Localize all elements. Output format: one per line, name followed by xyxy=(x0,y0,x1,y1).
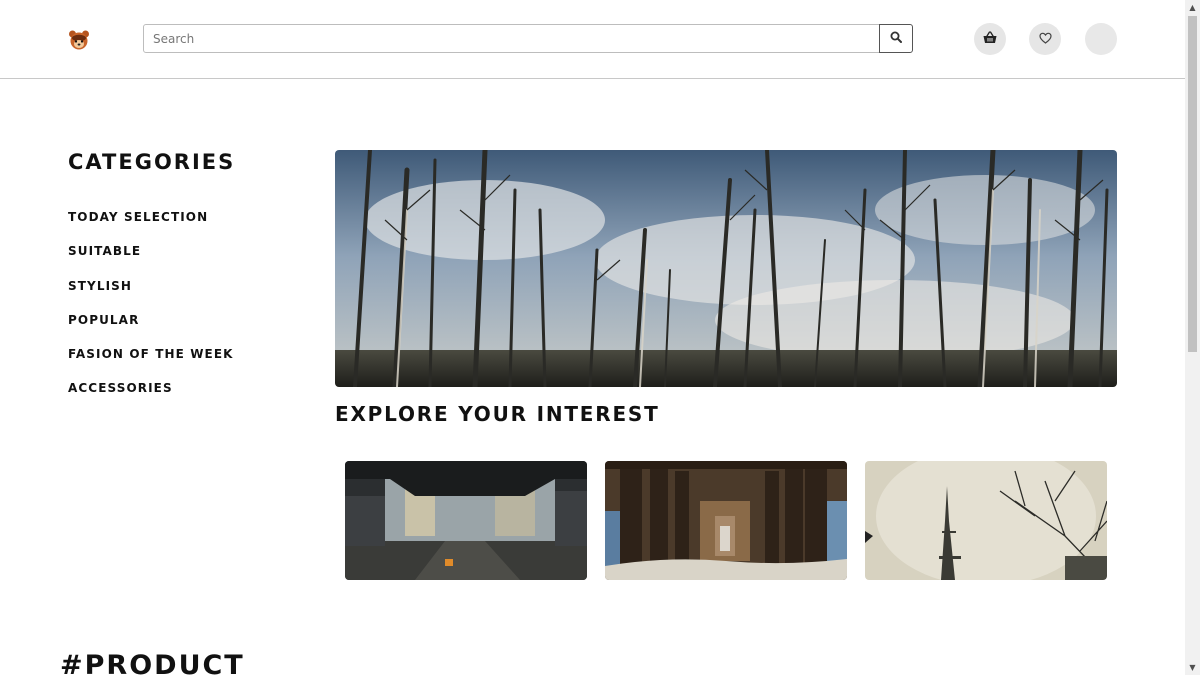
category-item-accessories[interactable]: ACCESSORIES xyxy=(68,381,234,415)
interest-card-eiffel-tower[interactable] xyxy=(865,461,1107,580)
hero-banner-image xyxy=(335,150,1117,387)
category-item-fashion-of-the-week[interactable]: FASION OF THE WEEK xyxy=(68,347,234,381)
interest-card-underpass[interactable] xyxy=(345,461,587,580)
search-icon xyxy=(890,31,902,46)
cart-button[interactable] xyxy=(974,23,1006,55)
categories-title: CATEGORIES xyxy=(68,150,236,174)
page-scrollbar[interactable]: ▲ ▼ xyxy=(1185,0,1200,675)
wishlist-button[interactable] xyxy=(1029,23,1061,55)
category-list: TODAY SELECTION SUITABLE STYLISH POPULAR… xyxy=(68,210,234,416)
top-header xyxy=(0,0,1185,79)
search-input[interactable] xyxy=(143,24,880,53)
bear-logo-icon[interactable] xyxy=(68,29,90,51)
category-item-popular[interactable]: POPULAR xyxy=(68,313,234,347)
basket-icon xyxy=(983,31,997,47)
search-button[interactable] xyxy=(879,24,913,53)
category-item-stylish[interactable]: STYLISH xyxy=(68,279,234,313)
category-item-suitable[interactable]: SUITABLE xyxy=(68,244,234,278)
explore-title: EXPLORE YOUR INTEREST xyxy=(335,402,660,426)
avatar[interactable] xyxy=(1085,23,1117,55)
category-item-today-selection[interactable]: TODAY SELECTION xyxy=(68,210,234,244)
scroll-thumb[interactable] xyxy=(1188,16,1197,352)
scroll-down-arrow-icon[interactable]: ▼ xyxy=(1185,660,1200,675)
interest-card-pier[interactable] xyxy=(605,461,847,580)
heart-icon xyxy=(1038,32,1052,47)
scroll-up-arrow-icon[interactable]: ▲ xyxy=(1185,0,1200,15)
